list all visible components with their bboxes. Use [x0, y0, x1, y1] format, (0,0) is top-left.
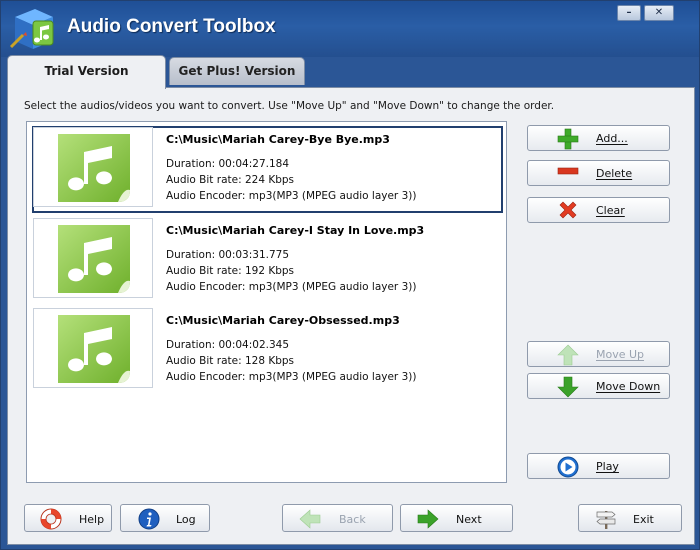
- file-list-item[interactable]: C:\Music\Mariah Carey-I Stay In Love.mp3…: [32, 217, 503, 304]
- music-cube-icon: [9, 9, 54, 49]
- file-duration: Duration: 00:03:31.775: [166, 249, 290, 261]
- log-button-label: Log: [176, 513, 196, 526]
- exit-button[interactable]: Exit: [578, 504, 682, 532]
- signpost-icon: [596, 511, 616, 529]
- file-list[interactable]: C:\Music\Mariah Carey-Bye Bye.mp3 Durati…: [26, 121, 507, 483]
- play-button-label: Play: [596, 460, 619, 473]
- move-down-button-label: Move Down: [596, 380, 661, 393]
- arrow-left-icon: [299, 509, 321, 529]
- close-button[interactable]: ✕: [644, 5, 674, 21]
- move-down-button[interactable]: Move Down: [527, 373, 670, 399]
- arrow-down-icon: [557, 376, 579, 398]
- back-button[interactable]: Back: [282, 504, 393, 532]
- file-bitrate: Audio Bit rate: 128 Kbps: [166, 355, 295, 367]
- file-encoder: Audio Encoder: mp3(MP3 (MPEG audio layer…: [166, 190, 417, 202]
- x-icon: [559, 201, 577, 219]
- file-bitrate: Audio Bit rate: 192 Kbps: [166, 265, 295, 277]
- help-button-label: Help: [79, 513, 105, 526]
- file-thumbnail: [33, 218, 153, 298]
- help-button[interactable]: Help: [24, 504, 112, 532]
- main-panel: Select the audios/videos you want to con…: [7, 87, 695, 545]
- file-encoder: Audio Encoder: mp3(MP3 (MPEG audio layer…: [166, 281, 417, 293]
- move-up-button-label: Move Up: [596, 348, 645, 361]
- add-button[interactable]: Add...: [527, 125, 670, 151]
- delete-button[interactable]: Delete: [527, 160, 670, 186]
- clear-button[interactable]: Clear: [527, 197, 670, 223]
- delete-button-label: Delete: [596, 167, 633, 180]
- file-list-item[interactable]: C:\Music\Mariah Carey-Obsessed.mp3 Durat…: [32, 307, 503, 394]
- music-note-icon: [58, 315, 130, 383]
- window-title: Audio Convert Toolbox: [67, 16, 276, 37]
- music-note-icon: [58, 225, 130, 293]
- next-button-label: Next: [456, 513, 482, 526]
- file-duration: Duration: 00:04:27.184: [166, 158, 290, 170]
- music-note-icon: [58, 134, 130, 202]
- tab-trial-version[interactable]: Trial Version: [7, 55, 166, 89]
- arrow-right-icon: [417, 509, 439, 529]
- arrow-up-icon: [557, 344, 579, 366]
- instruction-text: Select the audios/videos you want to con…: [24, 100, 555, 112]
- add-button-label: Add...: [596, 132, 628, 145]
- file-list-item[interactable]: C:\Music\Mariah Carey-Bye Bye.mp3 Durati…: [32, 126, 503, 213]
- back-button-label: Back: [339, 513, 366, 526]
- play-button[interactable]: Play: [527, 453, 670, 479]
- file-duration: Duration: 00:04:02.345: [166, 339, 290, 351]
- file-encoder: Audio Encoder: mp3(MP3 (MPEG audio layer…: [166, 371, 417, 383]
- clear-button-label: Clear: [596, 204, 625, 217]
- file-path: C:\Music\Mariah Carey-Obsessed.mp3: [166, 314, 400, 327]
- next-button[interactable]: Next: [400, 504, 513, 532]
- file-bitrate: Audio Bit rate: 224 Kbps: [166, 174, 295, 186]
- exit-button-label: Exit: [633, 513, 654, 526]
- minimize-button[interactable]: –: [617, 5, 641, 21]
- move-up-button[interactable]: Move Up: [527, 341, 670, 367]
- tab-get-plus-version[interactable]: Get Plus! Version: [169, 57, 305, 85]
- file-path: C:\Music\Mariah Carey-Bye Bye.mp3: [166, 133, 390, 146]
- minus-icon: [557, 167, 579, 175]
- file-thumbnail: [33, 127, 153, 207]
- play-icon: [557, 456, 579, 478]
- plus-icon: [557, 128, 579, 150]
- title-bar[interactable]: Audio Convert Toolbox – ✕: [1, 1, 699, 57]
- info-icon: [138, 508, 160, 530]
- log-button[interactable]: Log: [120, 504, 210, 532]
- lifebuoy-icon: [40, 508, 62, 530]
- file-path: C:\Music\Mariah Carey-I Stay In Love.mp3: [166, 224, 425, 237]
- app-window: Audio Convert Toolbox – ✕ Trial Version …: [0, 0, 700, 550]
- file-thumbnail: [33, 308, 153, 388]
